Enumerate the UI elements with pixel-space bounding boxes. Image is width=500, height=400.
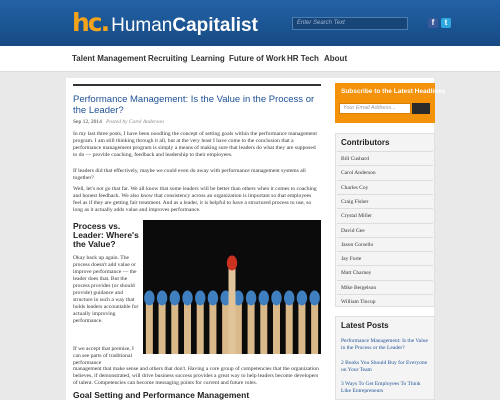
match-head-blue	[271, 290, 282, 306]
nav-future-of-work[interactable]: Future of Work	[229, 54, 286, 63]
match-head-blue	[144, 290, 155, 306]
facebook-icon[interactable]: f	[428, 18, 438, 28]
match-head-blue	[245, 290, 257, 306]
article-date: Sep 12, 2014	[73, 119, 102, 125]
match-stick	[222, 298, 230, 354]
nav-talent-management[interactable]: Talent Management	[72, 54, 146, 63]
main-nav: Talent Management Recruiting Learning Fu…	[0, 46, 500, 72]
match-stick	[171, 298, 179, 354]
match-stick	[145, 298, 153, 354]
article-paragraph: Well, let's not go that far. We all know…	[73, 186, 317, 213]
article-paragraph: If we accept that premise, I can see par…	[73, 346, 134, 366]
contributor-divider	[337, 179, 433, 181]
contributors-heading: Contributors	[341, 138, 390, 147]
latest-post-link[interactable]: Performance Management: Is the Value in …	[341, 338, 431, 352]
email-input[interactable]: Your Email Address...	[339, 103, 411, 114]
match-stick	[196, 298, 204, 354]
match-head-blue	[284, 290, 295, 306]
contributor-link[interactable]: Mike Bergelson	[341, 285, 376, 291]
match-stick	[298, 298, 306, 354]
match-head-red	[226, 255, 238, 271]
article-top-rule	[73, 84, 321, 86]
match-head-blue	[182, 290, 193, 306]
twitter-icon[interactable]: t	[441, 18, 451, 28]
latest-post-link[interactable]: 2 Books You Should Buy for Everyone on Y…	[341, 360, 431, 374]
article-meta: Sep 12, 2014 Posted by Carol Anderson	[73, 119, 164, 125]
match-head-blue	[309, 290, 320, 306]
contributor-divider	[337, 279, 433, 281]
contributor-link[interactable]: Matt Charney	[341, 270, 371, 276]
latest-posts-heading: Latest Posts	[341, 321, 389, 330]
subscribe-title: Subscribe to the Latest Headlines	[341, 88, 446, 95]
contributor-divider	[337, 208, 433, 210]
nav-learning[interactable]: Learning	[191, 54, 225, 63]
match-stick	[260, 298, 268, 354]
match-stick	[184, 298, 191, 354]
article-byline: Posted by Carol Anderson	[106, 119, 164, 125]
logo-wordmark: HumanCapitalist	[111, 15, 258, 36]
match-head-blue	[195, 290, 206, 306]
match-stick	[209, 298, 217, 354]
contributor-divider	[337, 251, 433, 253]
match-stick	[247, 298, 255, 354]
contributor-divider	[337, 294, 433, 295]
contributor-link[interactable]: Bill Cushard	[341, 156, 369, 162]
match-stick	[311, 298, 319, 354]
contributor-link[interactable]: Jason Corsello	[341, 242, 373, 248]
match-head-blue	[169, 290, 180, 306]
nav-recruiting[interactable]: Recruiting	[148, 54, 188, 63]
article-paragraph: If leaders did that effectively, maybe w…	[73, 168, 306, 181]
logo-mark: hc.	[72, 8, 110, 37]
contributor-divider	[337, 151, 433, 152]
match-head-blue	[258, 290, 269, 306]
latest-post-link[interactable]: 3 Ways To Get Employees To Think Like En…	[341, 381, 431, 395]
contributor-divider	[337, 193, 433, 195]
contributor-divider	[337, 236, 433, 238]
contributor-link[interactable]: Craig Fisher	[341, 199, 368, 205]
contributor-link[interactable]: David Gee	[341, 228, 365, 234]
site-logo[interactable]: hc. HumanCapitalist	[72, 9, 258, 37]
match-stick	[158, 298, 166, 354]
contributor-link[interactable]: Jay Forte	[341, 256, 361, 262]
match-stick	[234, 298, 242, 354]
match-head-blue	[207, 290, 219, 306]
nav-hr-tech[interactable]: HR Tech	[287, 54, 319, 63]
contributor-link[interactable]: William Tincup	[341, 299, 375, 305]
contributor-link[interactable]: Crystal Miller	[341, 213, 372, 219]
article-paragraph: In my last three posts, I have been nood…	[73, 131, 317, 158]
search-input[interactable]: Enter Search Text	[292, 17, 408, 30]
contributor-divider	[337, 222, 433, 224]
article-paragraph: Okay back up again. The process doesn't …	[73, 255, 139, 324]
nav-about[interactable]: About	[324, 54, 347, 63]
match-head-blue	[156, 290, 168, 306]
article-paragraph: management that make sense and others th…	[73, 366, 319, 386]
match-stick-tall	[228, 264, 236, 354]
contributor-divider	[337, 165, 433, 167]
article-subheading-2: Goal Setting and Performance Management	[73, 390, 250, 400]
match-stick	[285, 298, 293, 354]
article-title[interactable]: Performance Management: Is the Value in …	[73, 94, 321, 116]
subscribe-button[interactable]	[412, 103, 430, 114]
article-subheading: Process vs. Leader: Where's the Value?	[73, 221, 139, 249]
contributor-link[interactable]: Carol Anderson	[341, 170, 376, 176]
contributor-divider	[337, 265, 433, 267]
match-head-blue	[296, 290, 308, 306]
match-stick	[273, 298, 280, 354]
matches-photo	[143, 220, 321, 354]
contributor-link[interactable]: Charles Coy	[341, 185, 368, 191]
